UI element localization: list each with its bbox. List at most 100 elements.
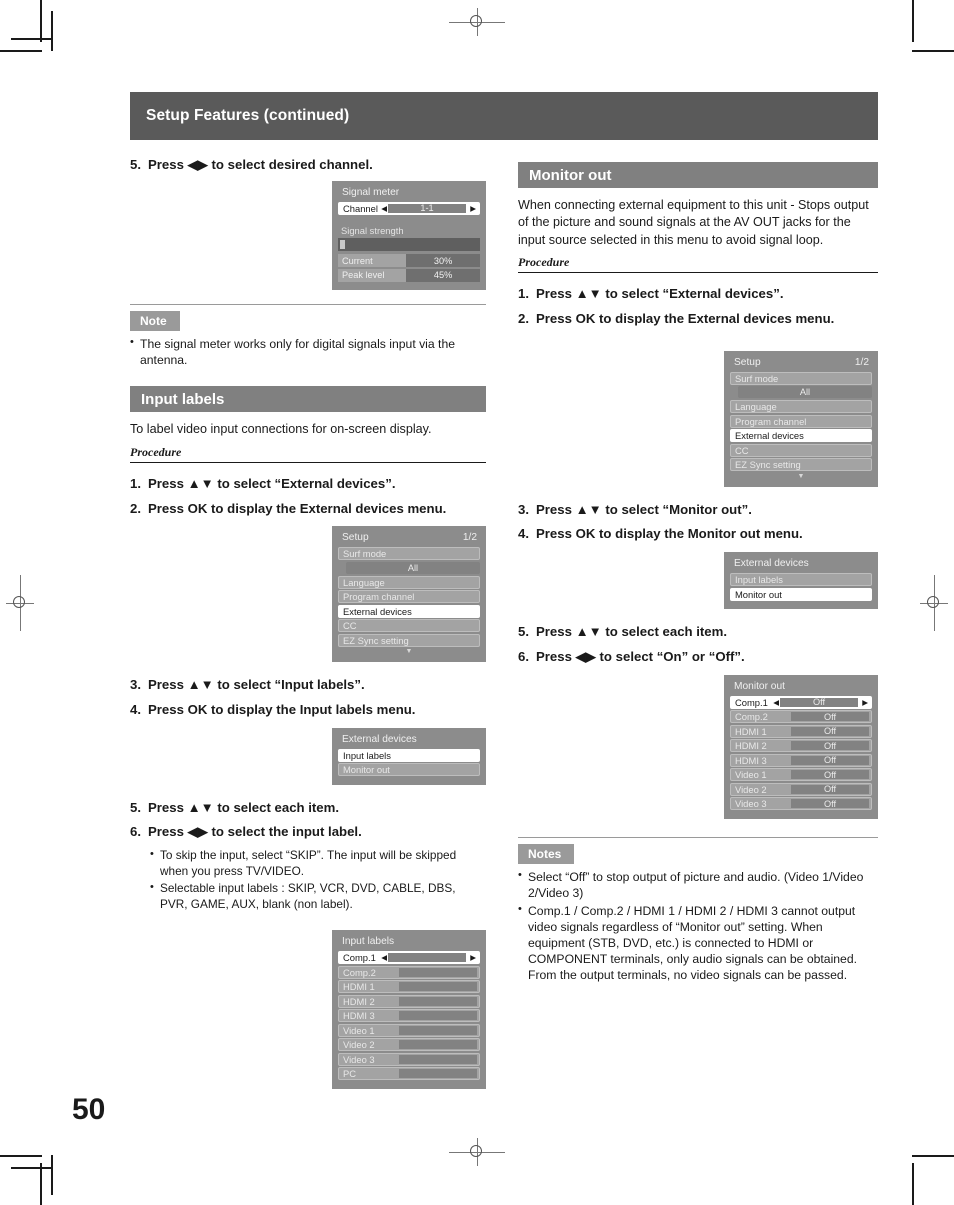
scroll-down-icon[interactable]: ▼ (338, 648, 480, 655)
step-4-display-input-labels: 4. Press OK to display the Input labels … (130, 701, 486, 720)
chevron-left-icon[interactable]: ◀ (773, 697, 779, 708)
osd-title-row: Setup 1/2 (730, 356, 872, 372)
step-4-display-monitor-out: 4. Press OK to display the Monitor out m… (518, 525, 878, 544)
osd-row-surf-mode[interactable]: Surf mode (730, 371, 872, 385)
osd-row-external-devices[interactable]: External devices (730, 429, 872, 443)
osd-row-external-devices[interactable]: External devices (338, 604, 480, 618)
osd-row-pc[interactable]: PC (338, 1067, 480, 1081)
step-number: 5. (130, 799, 141, 815)
osd-row-comp2[interactable]: Comp.2 (338, 965, 480, 979)
step-number: 2. (518, 310, 529, 326)
osd-subrow-surf-mode-value[interactable]: All (346, 561, 480, 574)
step-text: Press ▲▼ to select “Monitor out”. (536, 501, 752, 517)
osd-row-current: Current 30% (338, 254, 480, 268)
step-number: 4. (518, 526, 529, 542)
setup-osd-wrapper-left: Setup 1/2 Surf mode All Language Program… (130, 526, 486, 663)
crop-mark-bottom-left-h (0, 1155, 42, 1157)
osd-row-label: Program channel (735, 415, 807, 427)
osd-row-label: PC (343, 1068, 357, 1080)
osd-row-label: HDMI 2 (343, 995, 375, 1007)
osd-row-value (399, 996, 477, 1006)
osd-row-hdmi2[interactable]: HDMI 2 (338, 994, 480, 1008)
chevron-left-icon[interactable]: ◀ (381, 203, 387, 214)
osd-row-hdmi1[interactable]: HDMI 1 (338, 980, 480, 994)
osd-row-hdmi3[interactable]: HDMI 3 (338, 1009, 480, 1023)
osd-row-language[interactable]: Language (730, 400, 872, 414)
step-text: Press OK to display the Monitor out menu… (536, 526, 803, 542)
bullet-item: To skip the input, select “SKIP”. The in… (150, 847, 486, 879)
registration-mark-right (920, 575, 948, 631)
osd-row-surf-mode[interactable]: Surf mode (338, 547, 480, 561)
osd-row-comp1[interactable]: Comp.1 ◀ Off ▶ (730, 695, 872, 709)
note-item: The signal meter works only for digital … (130, 335, 486, 368)
step-text: Press ▲▼ to select each item. (536, 624, 728, 640)
step-text: Press ◀▶ to select the input label. (148, 824, 362, 840)
crop-mark-bottom-right-v (912, 1163, 914, 1205)
osd-row-input-labels[interactable]: Input labels (338, 748, 480, 762)
signal-strength-fill (340, 240, 345, 250)
osd-row-program-channel[interactable]: Program channel (730, 414, 872, 428)
osd-row-value: Off (791, 755, 869, 765)
chevron-right-icon[interactable]: ▶ (470, 952, 476, 963)
osd-row-cc[interactable]: CC (338, 619, 480, 633)
chevron-right-icon[interactable]: ▶ (862, 697, 868, 708)
chevron-right-icon[interactable]: ▶ (470, 203, 476, 214)
osd-row-channel[interactable]: Channel ◀ 1-1 ▶ (338, 201, 480, 215)
osd-row-value: Off (780, 697, 858, 707)
osd-row-comp1[interactable]: Comp.1 ◀ ▶ (338, 951, 480, 965)
osd-row-video3[interactable]: Video 3 Off (730, 797, 872, 811)
osd-row-label: Comp.2 (735, 711, 768, 723)
osd-row-value (399, 982, 477, 992)
osd-title: External devices (342, 733, 417, 745)
osd-row-value: Off (791, 799, 869, 809)
osd-row-label: HDMI 2 (735, 740, 767, 752)
input-labels-osd-wrapper: Input labels Comp.1 ◀ ▶ Comp.2 HDMI 1 HD… (130, 930, 486, 1089)
osd-title-row: Monitor out (730, 680, 872, 696)
osd-row-video1[interactable]: Video 1 Off (730, 768, 872, 782)
chevron-left-icon[interactable]: ◀ (381, 952, 387, 963)
trim-mark-top-left-v (51, 11, 53, 51)
osd-row-monitor-out[interactable]: Monitor out (338, 763, 480, 777)
osd-row-comp2[interactable]: Comp.2 Off (730, 710, 872, 724)
osd-row-ez-sync-setting[interactable]: EZ Sync setting (730, 458, 872, 472)
osd-row-video3[interactable]: Video 3 (338, 1052, 480, 1066)
osd-row-value: Off (791, 712, 869, 722)
osd-title: Monitor out (734, 680, 785, 692)
osd-row-video2[interactable]: Video 2 (338, 1038, 480, 1052)
osd-row-cc[interactable]: CC (730, 443, 872, 457)
osd-row-input-labels[interactable]: Input labels (730, 573, 872, 587)
step-1-external-devices: 1. Press ▲▼ to select “External devices”… (518, 285, 878, 304)
osd-row-video1[interactable]: Video 1 (338, 1023, 480, 1037)
osd-row-label: HDMI 1 (735, 725, 767, 737)
osd-row-video2[interactable]: Video 2 Off (730, 782, 872, 796)
osd-subrow-surf-mode-value[interactable]: All (738, 386, 872, 399)
osd-row-monitor-out[interactable]: Monitor out (730, 587, 872, 601)
osd-row-label: Video 1 (343, 1024, 375, 1036)
osd-row-language[interactable]: Language (338, 575, 480, 589)
trim-mark-bottom-left-h (11, 1167, 52, 1169)
trim-mark-bottom-left-v (51, 1155, 53, 1195)
osd-row-hdmi2[interactable]: HDMI 2 Off (730, 739, 872, 753)
scroll-down-icon[interactable]: ▼ (730, 473, 872, 480)
step-3-select-input-labels: 3. Press ▲▼ to select “Input labels”. (130, 676, 486, 695)
step-5-select-each-item: 5. Press ▲▼ to select each item. (518, 623, 878, 642)
step-number: 5. (130, 157, 141, 172)
osd-row-value (399, 1054, 477, 1064)
osd-title: Input labels (342, 936, 395, 948)
osd-row-program-channel[interactable]: Program channel (338, 590, 480, 604)
osd-row-hdmi1[interactable]: HDMI 1 Off (730, 724, 872, 738)
step-2-display-external-devices: 2. Press OK to display the External devi… (130, 500, 486, 519)
osd-row-ez-sync-setting[interactable]: EZ Sync setting (338, 633, 480, 647)
step-text: Press OK to display the Input labels men… (148, 702, 416, 717)
osd-row-value: Off (791, 726, 869, 736)
crop-mark-bottom-right-h (912, 1155, 954, 1157)
osd-row-label: Language (343, 576, 385, 588)
chapter-title: Setup Features (continued) (146, 107, 350, 124)
peak-label: Peak level (338, 268, 407, 282)
right-column: Monitor out When connecting external equ… (518, 156, 878, 1089)
osd-row-hdmi3[interactable]: HDMI 3 Off (730, 753, 872, 767)
registration-mark-left (6, 575, 34, 631)
osd-row-value: 1-1 (388, 203, 466, 213)
osd-title: Signal meter (342, 186, 400, 198)
osd-row-label: HDMI 3 (735, 754, 767, 766)
